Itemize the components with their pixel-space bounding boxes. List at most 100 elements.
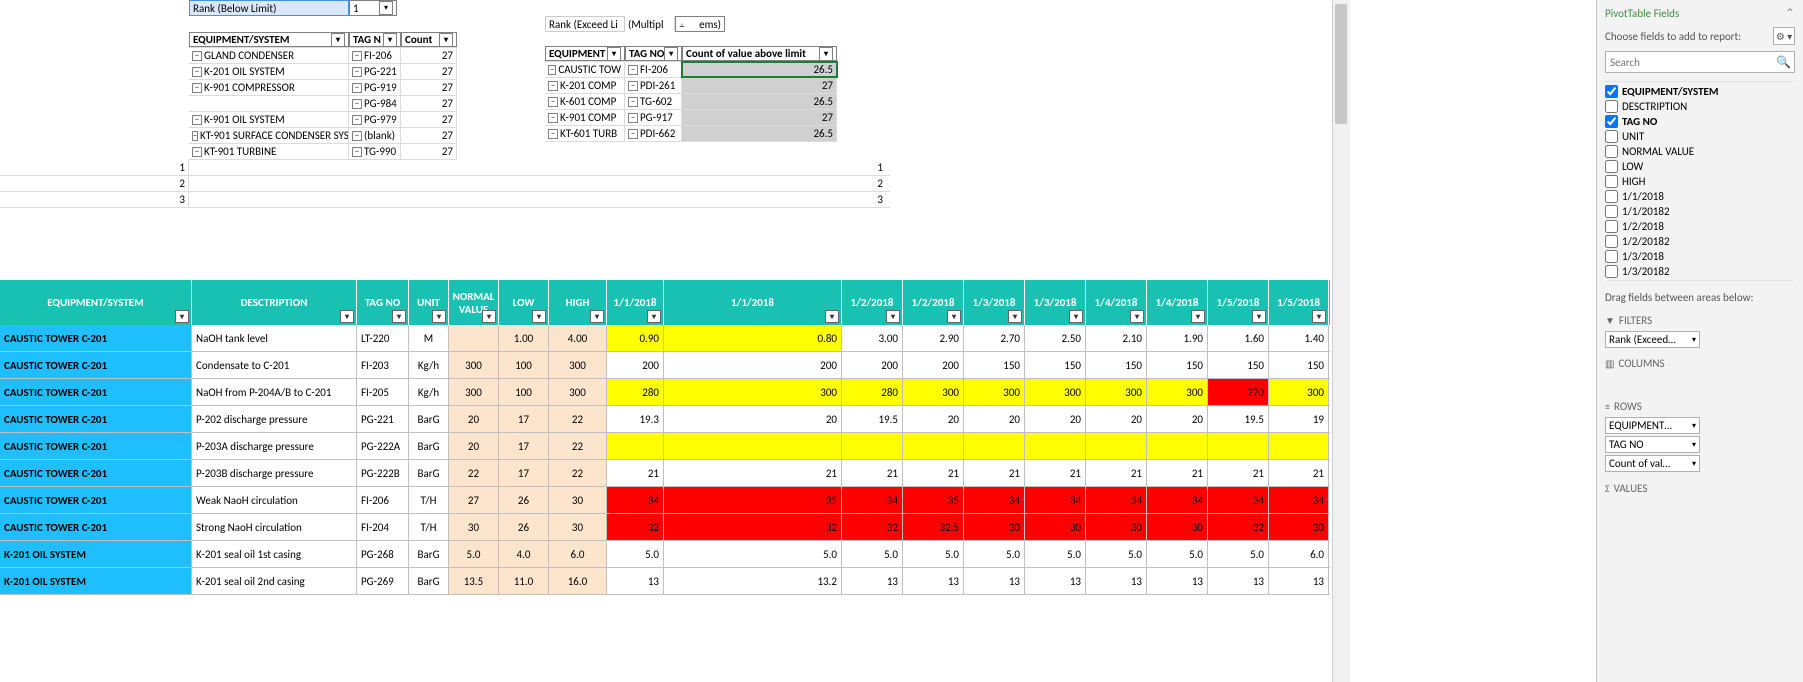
pane-collapse-icon[interactable]: ⌃ [1785, 6, 1795, 21]
expander-icon[interactable]: − [192, 51, 202, 61]
expander-icon[interactable]: − [352, 99, 362, 109]
filter-icon[interactable]: ▾ [825, 310, 839, 323]
pva-eq[interactable]: −K-201 OIL SYSTEM [189, 64, 349, 79]
field-checkbox[interactable] [1605, 280, 1618, 281]
main-hdr[interactable]: 1/5/2018▾ [1269, 280, 1329, 325]
expander-icon[interactable]: − [192, 115, 202, 125]
area-pill[interactable]: Count of val…▾ [1605, 455, 1700, 472]
pva-tag[interactable]: −PG-984 [349, 96, 401, 111]
field-checkbox[interactable] [1605, 85, 1618, 98]
field-checkbox[interactable] [1605, 190, 1618, 203]
filter-icon[interactable]: ▾ [819, 47, 833, 61]
values-drop[interactable] [1605, 499, 1700, 517]
pva-eq[interactable]: −GLAND CONDENSER [189, 48, 349, 63]
field-checkbox[interactable] [1605, 100, 1618, 113]
pvb-eq[interactable]: −K-201 COMP [545, 78, 625, 93]
main-hdr[interactable]: LOW▾ [499, 280, 549, 325]
pva-eq[interactable]: −KT-901 SURFACE CONDENSER SYS [189, 128, 349, 143]
expander-icon[interactable]: − [192, 131, 198, 141]
pva-tag[interactable]: −(blank) [349, 128, 401, 143]
field-checkbox[interactable] [1605, 265, 1618, 278]
main-hdr[interactable]: 1/4/2018▾ [1086, 280, 1147, 325]
pva-tag[interactable]: −TG-990 [349, 144, 401, 159]
pva-eq[interactable]: −K-901 COMPRESSOR [189, 80, 349, 95]
expander-icon[interactable]: − [628, 129, 638, 139]
expander-icon[interactable]: − [628, 113, 638, 123]
field-checkbox[interactable] [1605, 220, 1618, 233]
expander-icon[interactable]: − [192, 147, 202, 157]
expander-icon[interactable]: − [548, 113, 558, 123]
pvb-tag[interactable]: −PDI-662 [625, 126, 682, 141]
expander-icon[interactable]: − [352, 51, 362, 61]
field-label[interactable]: 1/1/20182 [1622, 205, 1670, 218]
columns-drop[interactable] [1605, 374, 1700, 392]
filter-icon[interactable]: ▾ [1312, 310, 1326, 323]
pvb-tag[interactable]: −FI-206 [625, 62, 682, 77]
main-hdr[interactable]: HIGH▾ [549, 280, 607, 325]
expander-icon[interactable]: − [548, 129, 558, 139]
pvb-eq[interactable]: −K-901 COMP [545, 110, 625, 125]
filter-icon[interactable]: ▾ [1252, 310, 1266, 323]
pvb-tag[interactable]: −PG-917 [625, 110, 682, 125]
rows-drop[interactable]: EQUIPMENT…▾TAG NO▾Count of val…▾ [1605, 417, 1700, 472]
field-checkbox[interactable] [1605, 160, 1618, 173]
dropdown-icon[interactable]: ▾ [1692, 440, 1696, 450]
filter-icon[interactable]: ▾ [1130, 310, 1144, 323]
expander-icon[interactable]: − [548, 65, 556, 75]
filter-icon[interactable]: ▾ [607, 47, 621, 61]
main-hdr[interactable]: 1/2/2018▾ [842, 280, 903, 325]
filter-icon[interactable]: ▾ [439, 33, 453, 47]
pva-tag[interactable]: −PG-221 [349, 64, 401, 79]
pva-tag[interactable]: −PG-919 [349, 80, 401, 95]
filter-icon[interactable]: ▾ [1191, 310, 1205, 323]
field-checkbox[interactable] [1605, 235, 1618, 248]
filter-icon[interactable]: ▾ [175, 310, 189, 323]
gear-icon[interactable]: ⚙ ▾ [1773, 27, 1795, 45]
expander-icon[interactable]: − [548, 97, 558, 107]
field-label[interactable]: 1/2/20182 [1622, 235, 1670, 248]
main-hdr[interactable]: EQUIPMENT/SYSTEM▾ [0, 280, 192, 325]
area-pill[interactable]: Rank (Exceed…▾ [1605, 331, 1700, 348]
field-label[interactable]: 1/4/2018 [1622, 280, 1664, 281]
field-checkbox[interactable] [1605, 145, 1618, 158]
dropdown-icon[interactable]: ▾ [1692, 459, 1696, 469]
area-pill[interactable]: EQUIPMENT…▾ [1605, 417, 1700, 434]
pva-hdr-tag[interactable]: TAG N▾ [349, 32, 401, 47]
expander-icon[interactable]: − [352, 115, 362, 125]
pva-tag[interactable]: −PG-979 [349, 112, 401, 127]
pva-hdr-count[interactable]: Count▾ [401, 32, 457, 47]
field-label[interactable]: NORMAL VALUE [1622, 145, 1694, 158]
vertical-scrollbar[interactable] [1332, 0, 1350, 682]
expander-icon[interactable]: − [352, 83, 362, 93]
main-hdr[interactable]: 1/2/2018▾ [903, 280, 964, 325]
dropdown-icon[interactable]: ▾ [379, 1, 393, 15]
field-label[interactable]: EQUIPMENT/SYSTEM [1622, 85, 1719, 98]
expander-icon[interactable]: − [192, 83, 202, 93]
filter-icon[interactable]: ▾ [947, 310, 961, 323]
rank-below-value[interactable]: 1 ▾ [349, 0, 397, 16]
field-label[interactable]: HIGH [1622, 175, 1645, 188]
field-checkbox[interactable] [1605, 205, 1618, 218]
dropdown-icon[interactable]: ▾ [1692, 335, 1696, 345]
filter-icon[interactable]: ▾ [331, 33, 345, 47]
field-checkbox[interactable] [1605, 250, 1618, 263]
pva-tag[interactable]: −FI-206 [349, 48, 401, 63]
filter-icon[interactable]: ▾ [590, 310, 604, 323]
field-label[interactable]: DESCTRIPTION [1622, 100, 1687, 113]
expander-icon[interactable]: − [548, 81, 558, 91]
pvb-eq[interactable]: −CAUSTIC TOW [545, 62, 625, 77]
field-list[interactable]: EQUIPMENT/SYSTEMDESCTRIPTIONTAG NOUNITNO… [1605, 81, 1795, 281]
filter-icon[interactable]: ▾ [1008, 310, 1022, 323]
filter-icon[interactable]: ▾ [664, 47, 678, 61]
scrollbar-thumb[interactable] [1335, 4, 1347, 124]
field-checkbox[interactable] [1605, 115, 1618, 128]
pvb-hdr-tag[interactable]: TAG NO▾ [625, 46, 682, 61]
expander-icon[interactable]: − [628, 81, 638, 91]
pvb-hdr-count[interactable]: Count of value above limit▾ [682, 46, 837, 61]
main-hdr[interactable]: DESCTRIPTION▾ [192, 280, 357, 325]
main-hdr[interactable]: UNIT▾ [409, 280, 449, 325]
main-hdr[interactable]: 1/5/2018▾ [1208, 280, 1269, 325]
filters-drop[interactable]: Rank (Exceed…▾ [1605, 331, 1700, 349]
pva-hdr-eq[interactable]: EQUIPMENT/SYSTEM▾ [189, 32, 349, 47]
filter-icon[interactable]: ▾ [482, 310, 496, 323]
